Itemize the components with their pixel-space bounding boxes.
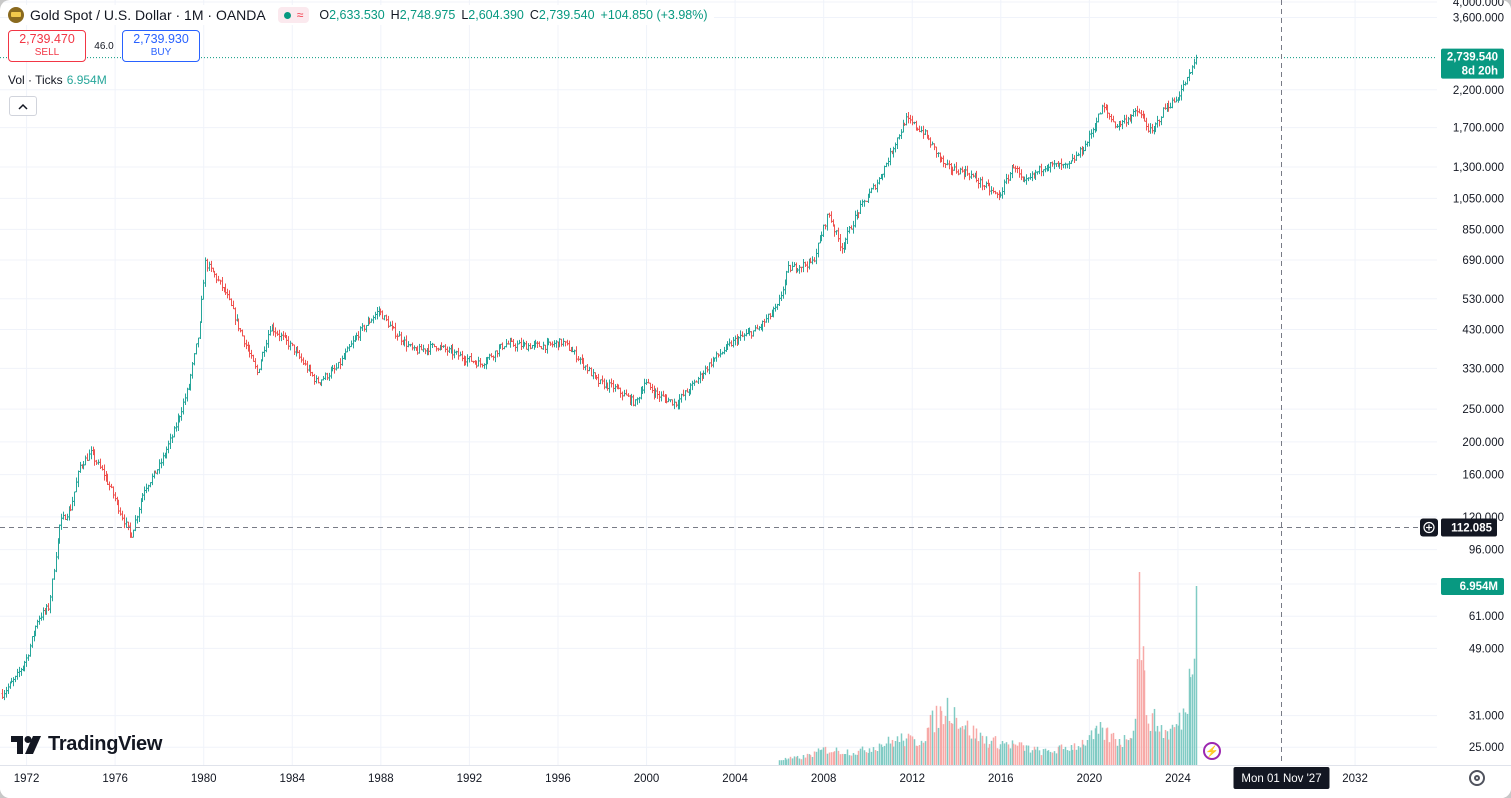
- market-open-dot-icon: [283, 11, 291, 19]
- price-tick-label: 200.000: [1462, 437, 1504, 449]
- volume-legend[interactable]: Vol · Ticks 6.954M: [8, 73, 107, 87]
- gold-symbol-icon: [8, 7, 24, 23]
- chevron-up-icon: [18, 103, 28, 110]
- price-tick-label: 4,000.000: [1453, 0, 1504, 9]
- price-tick-label: 25.000: [1469, 742, 1504, 754]
- crosshair-price-tag: 112.085: [1420, 518, 1497, 537]
- trade-panel: 2,739.470 SELL 46.0 2,739.930 BUY: [8, 30, 200, 62]
- tradingview-logo[interactable]: TradingView: [11, 733, 162, 756]
- ohlc-close: C2,739.540: [529, 8, 595, 22]
- buy-button[interactable]: 2,739.930 BUY: [122, 30, 200, 62]
- time-tick-label: 1972: [14, 773, 40, 785]
- volume-layer: [778, 572, 1198, 765]
- tradingview-logo-icon: [11, 735, 41, 754]
- crosshair-date-text: Mon 01 Nov '27: [1241, 773, 1321, 785]
- crosshair-price-text: 112.085: [1451, 523, 1493, 535]
- last-price-tag-text: 2,739.540: [1447, 52, 1498, 64]
- symbol-title[interactable]: Gold Spot / U.S. Dollar · 1M · OANDA: [30, 7, 266, 23]
- price-tick-label: 850.000: [1462, 224, 1504, 236]
- last-price-tag-text: 8d 20h: [1462, 66, 1498, 78]
- market-status-pill[interactable]: ≈: [277, 7, 310, 23]
- chart-canvas[interactable]: 4,000.000 3,600.000 2,200.000 1,700.000 1,30…: [0, 0, 1511, 798]
- time-tick-label: 1984: [279, 773, 305, 785]
- time-tick-label: 2004: [722, 773, 748, 785]
- time-tick-label: 2020: [1077, 773, 1103, 785]
- lightning-icon[interactable]: ⚡: [1203, 742, 1221, 760]
- price-tick-label: 690.000: [1462, 255, 1504, 267]
- chart-frame: 4,000.000 3,600.000 2,200.000 1,700.000 1,30…: [0, 0, 1511, 798]
- time-tick-label: 1992: [457, 773, 483, 785]
- overlay-layer: [0, 0, 1437, 765]
- time-tick-label: 1976: [102, 773, 128, 785]
- collapse-legend-button[interactable]: [9, 96, 37, 116]
- tradingview-wordmark: TradingView: [48, 733, 163, 755]
- sell-label: SELL: [34, 47, 60, 58]
- time-tick-label: 2016: [988, 773, 1014, 785]
- price-tick-label: 1,700.000: [1453, 123, 1504, 135]
- time-tick-label: 1980: [191, 773, 217, 785]
- price-tick-label: 96.000: [1469, 545, 1504, 557]
- buy-price: 2,739.930: [133, 32, 189, 46]
- price-tick-label: 250.000: [1462, 404, 1504, 416]
- axis-layer: 4,000.000 3,600.000 2,200.000 1,700.000 1,30…: [0, 0, 1511, 798]
- price-tick-label: 2,200.000: [1453, 85, 1504, 97]
- price-axis-background: [1437, 0, 1511, 798]
- sell-button[interactable]: 2,739.470 SELL: [8, 30, 86, 62]
- price-tick-label: 160.000: [1462, 470, 1504, 482]
- time-tick-label: 1996: [545, 773, 571, 785]
- ohlc-open: O2,633.530: [319, 8, 385, 22]
- time-tick-label: 2032: [1342, 773, 1368, 785]
- price-tick-label: 430.000: [1462, 324, 1504, 336]
- time-tick-label: 1988: [368, 773, 394, 785]
- price-tick-label: 1,050.000: [1453, 193, 1504, 205]
- sell-price: 2,739.470: [19, 32, 75, 46]
- candle-layer: [1, 54, 1198, 701]
- spread-value: 46.0: [94, 40, 114, 52]
- price-tick-label: 330.000: [1462, 363, 1504, 375]
- buy-label: BUY: [150, 47, 172, 58]
- chart-settings-icon[interactable]: [1469, 770, 1485, 786]
- last-price-tag: 2,739.540 8d 20h: [1441, 48, 1504, 79]
- time-tick-label: 2008: [811, 773, 837, 785]
- time-tick-label: 2024: [1165, 773, 1191, 785]
- volume-value-tag-text: 6.954M: [1460, 581, 1498, 593]
- volume-value-tag: 6.954M: [1441, 578, 1504, 596]
- price-tick-label: 530.000: [1462, 294, 1504, 306]
- ohlc-change: +104.850 (+3.98%): [600, 8, 708, 22]
- symbol-header: Gold Spot / U.S. Dollar · 1M · OANDA ≈ O…: [8, 5, 714, 25]
- time-tick-label: 2000: [634, 773, 660, 785]
- grid-layer: [0, 0, 1437, 765]
- price-tick-label: 49.000: [1469, 643, 1504, 655]
- volume-legend-value: 6.954M: [66, 73, 107, 87]
- price-tick-label: 31.000: [1469, 711, 1504, 723]
- status-wave-icon: ≈: [296, 8, 304, 22]
- crosshair-date-tag: Mon 01 Nov '27: [1233, 767, 1330, 789]
- ohlc-high: H2,748.975: [390, 8, 456, 22]
- volume-legend-label: Vol · Ticks: [8, 73, 63, 87]
- price-tick-label: 61.000: [1469, 611, 1504, 623]
- price-tick-label: 1,300.000: [1453, 162, 1504, 174]
- time-tick-label: 2012: [899, 773, 925, 785]
- ohlc-low: L2,604.390: [461, 8, 524, 22]
- price-tick-label: 3,600.000: [1453, 12, 1504, 24]
